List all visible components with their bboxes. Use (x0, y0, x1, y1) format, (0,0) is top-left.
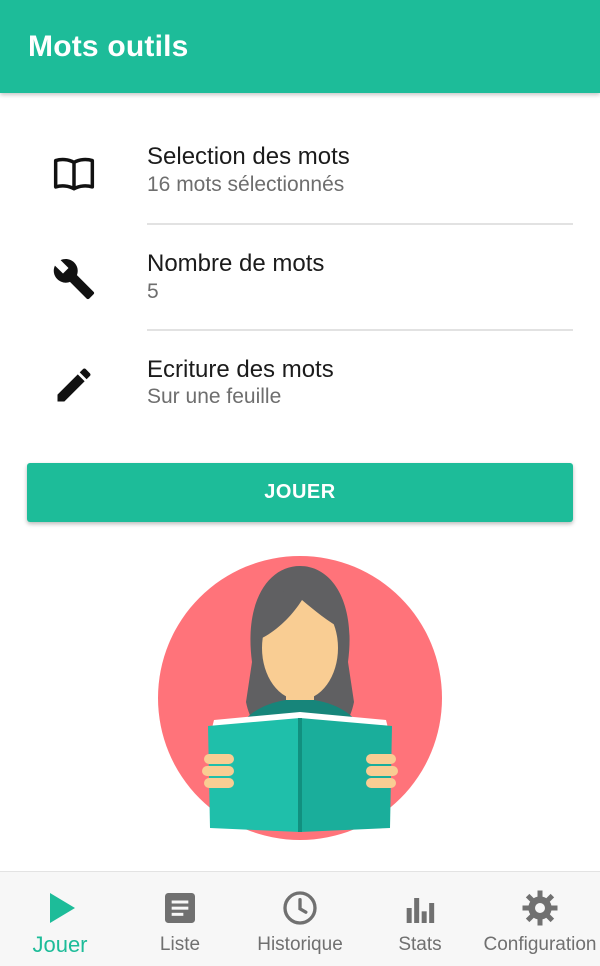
woman-reading-book-illustration (150, 552, 450, 844)
nav-label: Stats (398, 934, 442, 955)
nav-label: Jouer (32, 932, 88, 957)
nav-item-stats[interactable]: Stats (360, 872, 480, 966)
gear-icon (520, 888, 560, 928)
nav-item-configuration[interactable]: Configuration (480, 872, 600, 966)
wrench-icon (52, 257, 96, 301)
play-icon (40, 888, 80, 928)
setting-title: Ecriture des mots (147, 356, 334, 383)
page-title: Mots outils (28, 30, 189, 63)
nav-item-liste[interactable]: Liste (120, 872, 240, 966)
setting-value: 16 mots sélectionnés (147, 173, 345, 196)
setting-title: Nombre de mots (147, 250, 325, 277)
app-bar: Mots outils (0, 0, 600, 93)
list-icon (160, 888, 200, 928)
setting-title: Selection des mots (147, 143, 350, 170)
nav-label: Configuration (483, 934, 597, 955)
bottom-navigation: Jouer Liste Historique Stats Configurati… (0, 871, 600, 966)
bar-chart-icon (400, 888, 440, 928)
setting-value: 5 (147, 280, 159, 303)
nav-item-jouer[interactable]: Jouer (0, 872, 120, 966)
play-button[interactable]: JOUER (27, 463, 573, 522)
nav-label: Historique (257, 934, 343, 955)
setting-selection-des-mots[interactable]: Selection des mots 16 mots sélectionnés (0, 113, 600, 220)
nav-label: Liste (159, 934, 201, 955)
setting-nombre-de-mots[interactable]: Nombre de mots 5 (0, 223, 600, 330)
setting-value: Sur une feuille (147, 385, 282, 408)
setting-ecriture-des-mots[interactable]: Ecriture des mots Sur une feuille (0, 329, 600, 436)
nav-item-historique[interactable]: Historique (240, 872, 360, 966)
clock-icon (280, 888, 320, 928)
book-open-icon (52, 151, 96, 195)
pencil-icon (52, 363, 96, 407)
